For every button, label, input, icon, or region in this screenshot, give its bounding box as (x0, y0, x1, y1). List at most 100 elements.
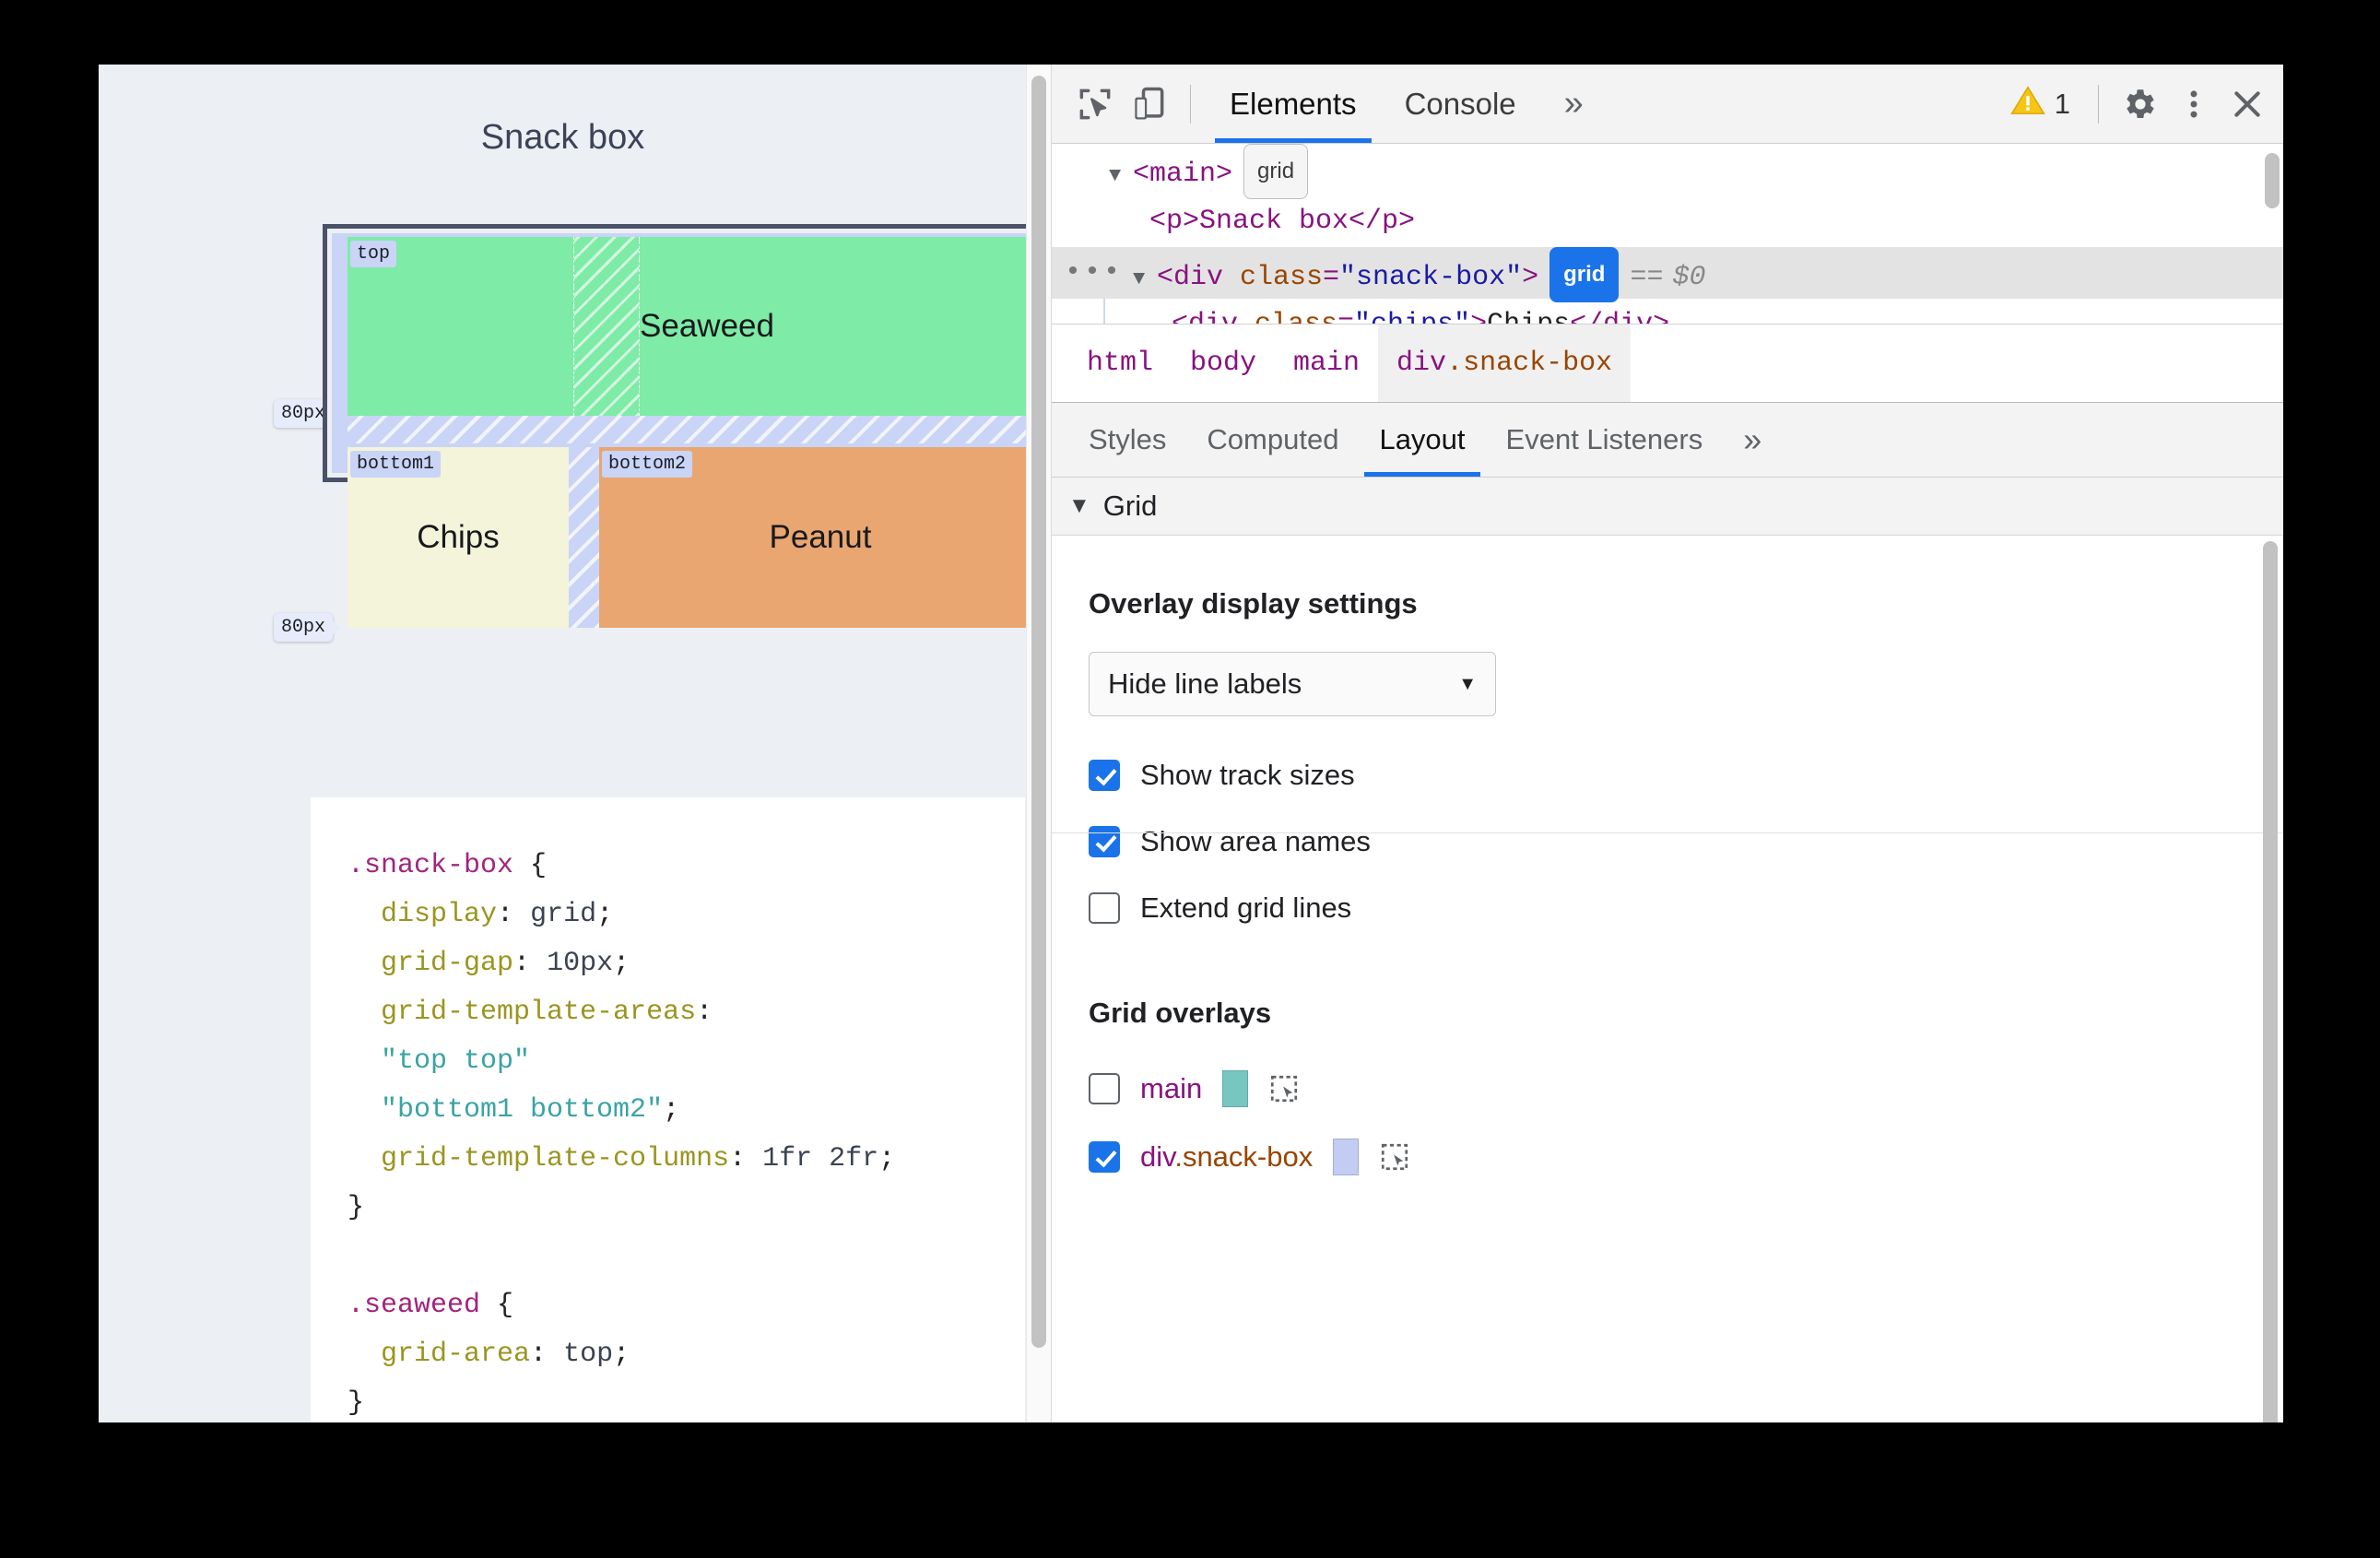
line-labels-select-value: Hide line labels (1108, 667, 1302, 700)
close-icon[interactable] (2221, 77, 2274, 131)
tab-elements[interactable]: Elements (1206, 65, 1381, 143)
toolbar-divider-2 (2098, 84, 2099, 124)
checkbox-show-area-names-label: Show area names (1140, 825, 1371, 857)
checkbox-extend-grid-lines-label: Extend grid lines (1140, 891, 1352, 924)
grid-overlay-label-snack-box: div.snack-box (1140, 1140, 1313, 1174)
dom-tree[interactable]: ▼ <main> grid <p>Snack box</p> ••• ▼ <div cl… (1052, 144, 2283, 324)
checkbox-extend-grid-lines[interactable]: Extend grid lines (1089, 891, 2283, 925)
checkbox-show-track-sizes-label: Show track sizes (1140, 759, 1355, 791)
breadcrumb-label-div: div (1396, 348, 1447, 379)
breadcrumb-label-main: main (1293, 348, 1361, 379)
breadcrumb-label-body: body (1190, 348, 1257, 379)
breadcrumb-item-main[interactable]: main (1275, 325, 1378, 402)
device-toolbar-icon[interactable] (1122, 77, 1175, 131)
breadcrumb-item-html[interactable]: html (1068, 325, 1172, 402)
checkbox-show-track-sizes[interactable]: Show track sizes (1089, 759, 2283, 792)
dom-tag-div-open: <div (1157, 262, 1241, 293)
css-val-display: grid (530, 899, 597, 930)
inspect-cursor-icon[interactable] (1068, 77, 1122, 131)
css-prop-grid-template-areas: grid-template-areas (381, 997, 697, 1028)
grid-overlays-title: Grid overlays (1089, 997, 1272, 1029)
dom-attr-value-chips: "chips" (1354, 309, 1470, 324)
css-code-block: .snack-box { display: grid; grid-gap: 10… (348, 850, 896, 1419)
more-tabs-button[interactable]: » (1540, 65, 1608, 143)
kebab-menu-icon[interactable] (2167, 77, 2221, 131)
checkbox-extend-grid-lines-box[interactable] (1089, 892, 1120, 924)
dom-text-chips: Chips (1487, 309, 1570, 324)
css-prop-grid-template-columns: grid-template-columns (381, 1143, 730, 1174)
expand-triangle-main[interactable]: ▼ (1109, 150, 1133, 202)
dom-tree-scrollbar-thumb[interactable] (2265, 153, 2280, 208)
warning-icon (2009, 83, 2045, 125)
tab-console[interactable]: Console (1381, 65, 1540, 143)
tab-layout-label: Layout (1379, 423, 1466, 455)
breadcrumb-item-body[interactable]: body (1172, 325, 1275, 402)
grid-cell-label-seaweed: Seaweed (640, 308, 774, 344)
devtools-window: Snack box 1fr·96.66px 2fr·193.32px 80px … (99, 65, 2283, 1422)
devtools-toolbar: Elements Console » 1 (1052, 65, 2283, 144)
grid-overlay-inner: Seaweed top Chips bottom1 Peanut bottom2 (332, 233, 1043, 628)
sidebar-more-tabs-button[interactable]: » (1723, 404, 1782, 477)
grid-overlay-container: Seaweed top Chips bottom1 Peanut bottom2 (323, 224, 1043, 628)
dom-row-snack-box[interactable]: ••• ▼ <div class="snack-box"> grid == $0 (1052, 247, 2283, 302)
line-labels-select[interactable]: Hide line labels ▼ (1089, 652, 1496, 716)
layout-panel-scrollbar-thumb[interactable] (2263, 541, 2278, 1422)
grid-overlay-row-main[interactable]: main (1089, 1070, 2283, 1107)
dom-node-paragraph: <p>Snack box</p> (1149, 206, 1416, 237)
breadcrumb-item-snack-box[interactable]: div.snack-box (1378, 325, 1632, 402)
dom-attr-eq-chips: = (1337, 309, 1354, 324)
css-selector-1: .snack-box (348, 850, 514, 881)
expand-triangle-snack-box[interactable]: ▼ (1133, 254, 1157, 305)
grid-overlay-row-snack-box[interactable]: div.snack-box (1089, 1139, 2283, 1175)
grid-badge-main[interactable]: grid (1243, 144, 1309, 199)
tab-event-listeners-label: Event Listeners (1505, 423, 1703, 455)
dom-tag-div-close-bracket: > (1522, 262, 1539, 293)
tab-styles[interactable]: Styles (1068, 404, 1186, 477)
page-scrollbar-thumb[interactable] (1031, 76, 1046, 1348)
tab-computed[interactable]: Computed (1186, 404, 1359, 477)
checkbox-show-area-names-box[interactable] (1089, 826, 1120, 857)
dom-indent-guide (1103, 299, 1105, 324)
toolbar-divider-1 (1190, 84, 1191, 124)
grid-overlay-label-main: main (1140, 1072, 1203, 1104)
tab-layout[interactable]: Layout (1359, 404, 1485, 477)
grid-overlay-color-swatch-main[interactable] (1222, 1070, 1249, 1107)
checkbox-show-area-names[interactable]: Show area names (1089, 825, 2283, 858)
breadcrumb-label-class: .snack-box (1446, 348, 1613, 379)
page-scrollbar[interactable] (1026, 65, 1051, 1422)
grid-section-header[interactable]: ▼ Grid (1052, 478, 2283, 536)
css-brace-open-1: { (530, 850, 548, 881)
chevron-down-icon[interactable]: ▼ (1068, 493, 1090, 519)
dom-row-chips[interactable]: <div class="chips">Chips</div> (1052, 299, 2283, 324)
css-val-areas-row2: "bottom1 bottom2" (381, 1094, 664, 1126)
css-brace-close-1: } (348, 1192, 365, 1223)
chevron-down-icon-select: ▼ (1458, 673, 1477, 694)
dom-attr-value: "snack-box" (1339, 262, 1523, 293)
grid-badge-snack-box[interactable]: grid (1549, 247, 1620, 302)
css-brace-open-2: { (497, 1290, 514, 1321)
tab-event-listeners[interactable]: Event Listeners (1486, 404, 1724, 477)
dom-tag-chips-open: <div (1172, 309, 1255, 324)
layout-panel-body: Overlay display settings Hide line label… (1052, 536, 2283, 1422)
dom-row-main[interactable]: ▼ <main> grid (1052, 144, 2283, 199)
dom-row-paragraph[interactable]: <p>Snack box</p> (1052, 195, 2283, 247)
grid-overlay-select-element-icon-snack-box[interactable] (1379, 1141, 1410, 1173)
area-name-top: top (350, 241, 397, 267)
dom-attr-eq: = (1323, 262, 1340, 293)
gear-icon[interactable] (2114, 77, 2167, 131)
grid-overlay-label-class: .snack-box (1174, 1140, 1314, 1173)
sidebar-tabs: Styles Computed Layout Event Listeners » (1052, 403, 2283, 478)
warning-count[interactable]: 1 (1997, 83, 2083, 125)
grid-overlay-label-tag: div (1140, 1140, 1175, 1173)
css-brace-close-2: } (348, 1387, 365, 1419)
grid-overlay-checkbox-snack-box[interactable] (1089, 1141, 1120, 1173)
dom-row-more-icon[interactable]: ••• (1065, 247, 1123, 299)
checkbox-show-track-sizes-box[interactable] (1089, 760, 1120, 791)
rendered-page-pane: Snack box 1fr·96.66px 2fr·193.32px 80px … (99, 65, 1051, 1422)
grid-section-title: Grid (1102, 490, 1158, 522)
dom-tag-chips-bracket: > (1470, 309, 1487, 324)
grid-overlay-checkbox-main[interactable] (1089, 1073, 1120, 1104)
css-prop-display: display (381, 899, 498, 930)
grid-overlay-color-swatch-snack-box[interactable] (1333, 1139, 1360, 1175)
grid-overlay-select-element-icon-main[interactable] (1268, 1073, 1300, 1104)
